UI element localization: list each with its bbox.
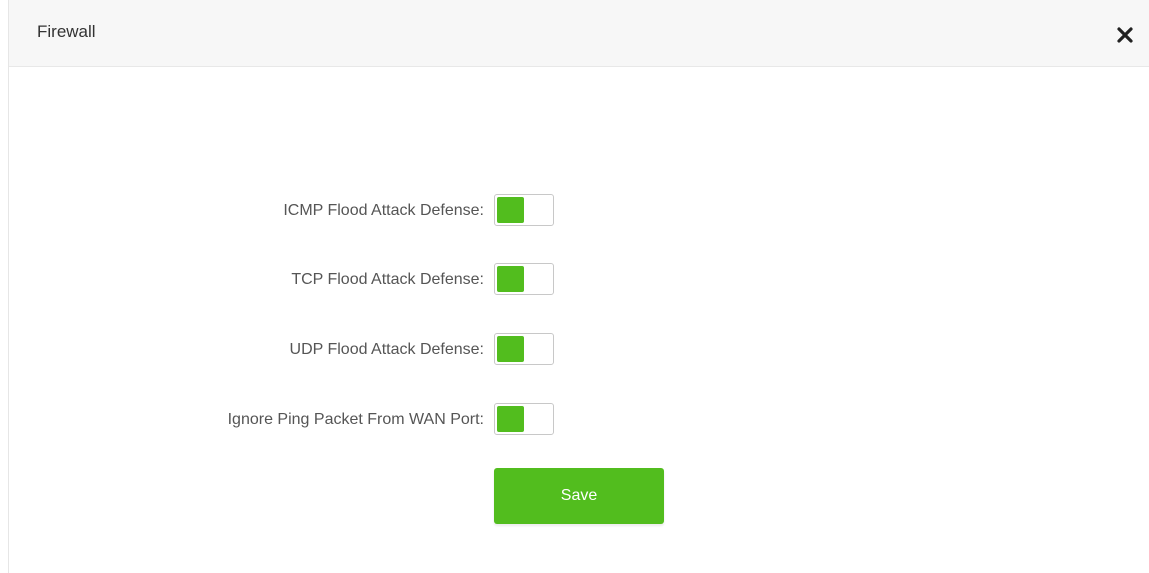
tcp-flood-toggle[interactable] [494,263,554,295]
setting-row-icmp: ICMP Flood Attack Defense: [9,194,1149,228]
close-icon [1117,27,1133,43]
setting-label-udp: UDP Flood Attack Defense: [289,341,484,358]
setting-label-ping: Ignore Ping Packet From WAN Port: [227,411,484,428]
firewall-dialog: Firewall ICMP Flood Attack Defense: TCP … [8,0,1149,573]
setting-row-udp: UDP Flood Attack Defense: [9,333,1149,367]
toggle-on-indicator [497,266,524,292]
udp-flood-toggle[interactable] [494,333,554,365]
save-button[interactable]: Save [494,468,664,524]
ignore-ping-toggle[interactable] [494,403,554,435]
toggle-on-indicator [497,197,524,223]
dialog-header: Firewall [9,0,1149,67]
toggle-on-indicator [497,406,524,432]
setting-row-ping: Ignore Ping Packet From WAN Port: [9,403,1149,437]
setting-label-icmp: ICMP Flood Attack Defense: [283,202,484,219]
setting-label-tcp: TCP Flood Attack Defense: [291,271,484,288]
close-button[interactable] [1114,24,1136,46]
icmp-flood-toggle[interactable] [494,194,554,226]
setting-row-tcp: TCP Flood Attack Defense: [9,263,1149,297]
toggle-on-indicator [497,336,524,362]
dialog-title: Firewall [37,22,96,41]
